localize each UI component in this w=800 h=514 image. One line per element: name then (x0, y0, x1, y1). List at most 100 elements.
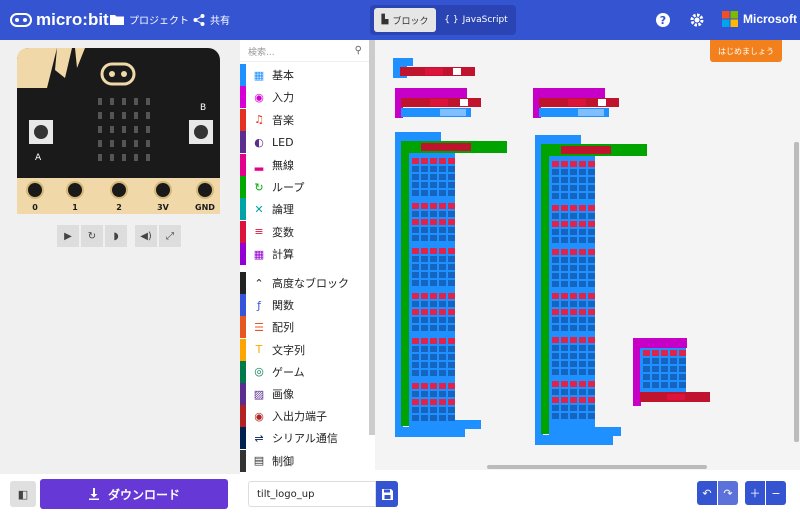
led-cell[interactable] (579, 369, 586, 375)
led-cell[interactable] (643, 374, 650, 380)
led-cell[interactable] (579, 361, 586, 367)
led-cell[interactable] (448, 256, 455, 262)
led-cell[interactable] (552, 293, 559, 299)
led-cell[interactable] (412, 383, 419, 389)
led-cell[interactable] (448, 158, 455, 164)
led-cell[interactable] (588, 413, 595, 419)
led-cell[interactable] (643, 366, 650, 372)
led-cell[interactable] (579, 205, 586, 211)
led-cell[interactable] (652, 358, 659, 364)
led-cell[interactable] (421, 362, 428, 368)
led-cell[interactable] (439, 362, 446, 368)
led-cell[interactable] (561, 405, 568, 411)
led-cell[interactable] (448, 190, 455, 196)
led-cell[interactable] (430, 399, 437, 405)
led-cell[interactable] (448, 399, 455, 405)
led-cell[interactable] (439, 256, 446, 262)
download-button[interactable]: ダウンロード (40, 479, 228, 509)
led-cell[interactable] (421, 211, 428, 217)
led-cell[interactable] (552, 193, 559, 199)
led-cell[interactable] (579, 293, 586, 299)
led-cell[interactable] (670, 374, 677, 380)
led-cell[interactable] (570, 177, 577, 183)
led-cell[interactable] (661, 382, 668, 388)
led-cell[interactable] (412, 248, 419, 254)
toolbox-category[interactable]: ▂ 無線 (240, 153, 370, 176)
led-cell[interactable] (570, 273, 577, 279)
led-cell[interactable] (570, 405, 577, 411)
toolbox-category[interactable]: ☰ 配列 (240, 316, 370, 339)
led-cell[interactable] (588, 353, 595, 359)
led-cell[interactable] (412, 280, 419, 286)
led-cell[interactable] (421, 383, 428, 389)
led-cell[interactable] (430, 293, 437, 299)
led-cell[interactable] (412, 211, 419, 217)
led-cell[interactable] (588, 381, 595, 387)
led-cell[interactable] (439, 174, 446, 180)
led-cell[interactable] (570, 345, 577, 351)
led-cell[interactable] (579, 405, 586, 411)
led-cell[interactable] (421, 248, 428, 254)
led-cell[interactable] (421, 174, 428, 180)
toolbox-category[interactable]: ▨ 画像 (240, 383, 370, 405)
led-cell[interactable] (439, 182, 446, 188)
toolbox-category[interactable]: ✕ 論理 (240, 198, 370, 221)
led-cell[interactable] (439, 370, 446, 376)
led-cell[interactable] (421, 182, 428, 188)
toolbox-category[interactable]: ♫ 音楽 (240, 108, 370, 131)
led-cell[interactable] (588, 185, 595, 191)
led-cell[interactable] (561, 161, 568, 167)
led-cell[interactable] (561, 309, 568, 315)
led-grid[interactable] (643, 350, 686, 388)
led-cell[interactable] (670, 366, 677, 372)
led-cell[interactable] (421, 280, 428, 286)
led-cell[interactable] (421, 293, 428, 299)
led-cell[interactable] (561, 265, 568, 271)
led-cell[interactable] (570, 221, 577, 227)
led-cell[interactable] (561, 249, 568, 255)
led-cell[interactable] (661, 358, 668, 364)
led-cell[interactable] (588, 205, 595, 211)
led-cell[interactable] (412, 235, 419, 241)
led-cell[interactable] (412, 264, 419, 270)
led-cell[interactable] (412, 391, 419, 397)
led-cell[interactable] (448, 354, 455, 360)
led-cell[interactable] (421, 235, 428, 241)
led-cell[interactable] (570, 213, 577, 219)
led-cell[interactable] (552, 397, 559, 403)
pin-1[interactable] (66, 181, 84, 199)
led-cell[interactable] (421, 227, 428, 233)
led-cell[interactable] (579, 185, 586, 191)
led-cell[interactable] (430, 272, 437, 278)
toolbox-category[interactable]: ⇌ シリアル通信 (240, 427, 370, 450)
toolbox-category[interactable]: ▦ 基本 (240, 64, 370, 86)
led-cell[interactable] (412, 338, 419, 344)
led-cell[interactable] (439, 415, 446, 421)
save-button[interactable] (376, 481, 398, 507)
led-cell[interactable] (588, 265, 595, 271)
led-cell[interactable] (448, 362, 455, 368)
led-cell[interactable] (588, 161, 595, 167)
led-cell[interactable] (412, 293, 419, 299)
led-cell[interactable] (439, 293, 446, 299)
led-cell[interactable] (588, 405, 595, 411)
led-cell[interactable] (421, 338, 428, 344)
led-cell[interactable] (661, 374, 668, 380)
led-cell[interactable] (561, 353, 568, 359)
led-cell[interactable] (561, 397, 568, 403)
led-cell[interactable] (448, 391, 455, 397)
led-cell[interactable] (570, 353, 577, 359)
led-cell[interactable] (588, 317, 595, 323)
led-cell[interactable] (552, 353, 559, 359)
led-cell[interactable] (570, 257, 577, 263)
led-cell[interactable] (439, 407, 446, 413)
pin-gnd[interactable] (196, 181, 214, 199)
led-cell[interactable] (561, 317, 568, 323)
led-cell[interactable] (412, 370, 419, 376)
led-cell[interactable] (421, 219, 428, 225)
led-cell[interactable] (570, 265, 577, 271)
workspace-vertical-scrollbar[interactable] (794, 142, 799, 442)
led-cell[interactable] (588, 345, 595, 351)
undo-icon[interactable]: ↶ (697, 481, 717, 505)
led-cell[interactable] (439, 317, 446, 323)
